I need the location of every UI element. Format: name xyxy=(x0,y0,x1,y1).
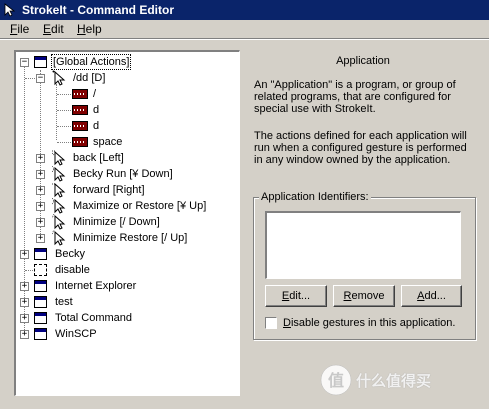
expand-icon[interactable]: + xyxy=(20,298,29,307)
tree-item-app[interactable]: disable xyxy=(16,262,236,278)
disabled-window-icon xyxy=(34,264,47,276)
collapse-icon[interactable]: − xyxy=(36,74,45,83)
expand-icon[interactable]: + xyxy=(20,282,29,291)
expand-icon[interactable]: + xyxy=(36,202,45,211)
tree-item-gesture[interactable]: + Becky Run [¥ Down] xyxy=(16,166,236,182)
tree-label: Becky Run [¥ Down] xyxy=(73,168,173,180)
tree-item-gesture[interactable]: + back [Left] xyxy=(16,150,236,166)
menu-file[interactable]: File xyxy=(10,20,29,38)
keyboard-icon xyxy=(72,137,88,147)
expand-icon[interactable]: + xyxy=(36,170,45,179)
tree-label: Total Command xyxy=(55,312,133,324)
tree-label: / xyxy=(93,88,97,100)
add-button[interactable]: Add... xyxy=(401,285,462,307)
group-title: Application Identifiers: xyxy=(259,190,371,204)
gesture-cursor-icon xyxy=(52,230,66,246)
tree-label: forward [Right] xyxy=(73,184,145,196)
tree-item-app[interactable]: + WinSCP xyxy=(16,326,236,342)
expand-icon[interactable]: + xyxy=(20,314,29,323)
tree-label: Minimize Restore [/ Up] xyxy=(73,232,188,244)
menu-separator xyxy=(0,38,489,40)
tree-item-dd[interactable]: − /dd [D] xyxy=(16,70,236,86)
tree-label: Becky xyxy=(55,248,85,260)
window-icon xyxy=(34,296,47,308)
gesture-cursor-icon xyxy=(52,182,66,198)
remove-button[interactable]: Remove xyxy=(333,285,395,307)
panel-description: An "Application" is a program, or group … xyxy=(254,79,456,115)
app-cursor-icon xyxy=(4,3,16,17)
tree-item-gesture[interactable]: + forward [Right] xyxy=(16,182,236,198)
tree-item-global-actions[interactable]: − [Global Actions] xyxy=(16,54,236,70)
edit-button[interactable]: Edit... xyxy=(265,285,327,307)
tree-label: disable xyxy=(55,264,90,276)
tree-label: [Global Actions] xyxy=(51,54,132,70)
window-icon xyxy=(34,312,47,324)
menu-help[interactable]: Help xyxy=(77,20,102,38)
tree-label: Internet Explorer xyxy=(55,280,137,292)
tree-item-key[interactable]: d xyxy=(16,118,236,134)
keyboard-icon xyxy=(72,105,88,115)
tree-label: /dd [D] xyxy=(73,72,106,84)
window-icon xyxy=(34,280,47,292)
expand-icon[interactable]: + xyxy=(36,234,45,243)
window-title: StrokeIt - Command Editor xyxy=(22,3,175,17)
gesture-cursor-icon xyxy=(52,214,66,230)
menu-bar: File Edit Help xyxy=(0,20,489,38)
tree-item-app[interactable]: + Internet Explorer xyxy=(16,278,236,294)
application-identifiers-list[interactable] xyxy=(265,211,461,279)
tree-item-gesture[interactable]: + Minimize [/ Down] xyxy=(16,214,236,230)
tree-label: space xyxy=(93,136,123,148)
window-icon xyxy=(34,56,47,68)
watermark-text: 什么值得买 xyxy=(356,372,432,390)
expand-icon[interactable]: + xyxy=(36,218,45,227)
tree-label: d xyxy=(93,120,100,132)
expand-icon[interactable]: + xyxy=(36,186,45,195)
tree-item-app[interactable]: + Total Command xyxy=(16,310,236,326)
gesture-cursor-icon xyxy=(52,150,66,166)
window-icon xyxy=(34,248,47,260)
tree-label: Maximize or Restore [¥ Up] xyxy=(73,200,207,212)
menu-edit[interactable]: Edit xyxy=(43,20,64,38)
tree-item-gesture[interactable]: + Maximize or Restore [¥ Up] xyxy=(16,198,236,214)
keyboard-icon xyxy=(72,89,88,99)
panel-title: Application xyxy=(336,55,390,67)
gesture-cursor-icon xyxy=(52,198,66,214)
tree-item-key[interactable]: / xyxy=(16,86,236,102)
expand-icon[interactable]: + xyxy=(36,154,45,163)
svg-text:值: 值 xyxy=(328,371,344,390)
tree-label: d xyxy=(93,104,100,116)
tree-label: back [Left] xyxy=(73,152,124,164)
tree-item-key[interactable]: d xyxy=(16,102,236,118)
window-icon xyxy=(34,328,47,340)
collapse-icon[interactable]: − xyxy=(20,58,29,67)
gesture-cursor-icon xyxy=(52,166,66,182)
disable-gestures-label[interactable]: Disable gestures in this application. xyxy=(283,316,455,330)
title-bar[interactable]: StrokeIt - Command Editor xyxy=(0,0,489,20)
disable-gestures-checkbox[interactable] xyxy=(265,317,277,329)
panel-description-actions: The actions defined for each application… xyxy=(254,130,467,166)
expand-icon[interactable]: + xyxy=(20,330,29,339)
action-tree[interactable]: − [Global Actions] − /dd [D] / d d space… xyxy=(14,50,240,396)
tree-label: Minimize [/ Down] xyxy=(73,216,160,228)
tree-item-app[interactable]: + test xyxy=(16,294,236,310)
expand-icon[interactable]: + xyxy=(20,250,29,259)
tree-item-key[interactable]: space xyxy=(16,134,236,150)
tree-item-app[interactable]: + Becky xyxy=(16,246,236,262)
tree-item-gesture[interactable]: + Minimize Restore [/ Up] xyxy=(16,230,236,246)
keyboard-icon xyxy=(72,121,88,131)
gesture-cursor-icon xyxy=(52,70,66,86)
tree-label: WinSCP xyxy=(55,328,97,340)
tree-label: test xyxy=(55,296,73,308)
